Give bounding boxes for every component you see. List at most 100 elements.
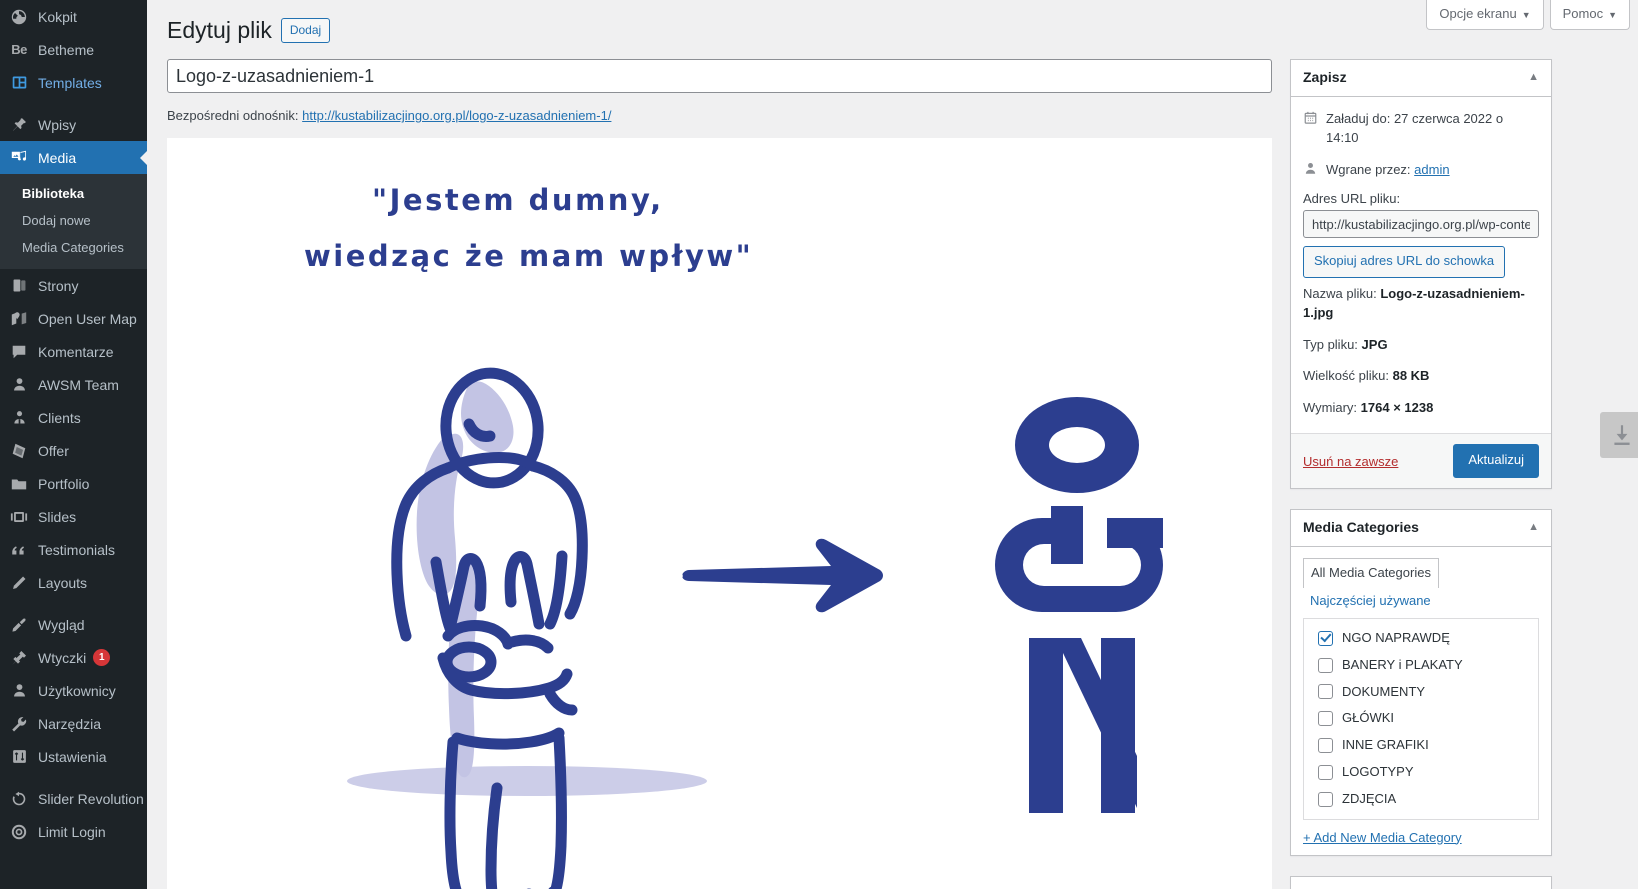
templates-icon [9,73,29,93]
pages-icon [9,276,29,296]
download-widget[interactable] [1600,412,1638,458]
sidebar-item-wyglad[interactable]: Wygląd [0,608,147,641]
uploaded-by-link[interactable]: admin [1414,162,1449,177]
delete-permanently-link[interactable]: Usuń na zawsze [1303,454,1398,469]
sidebar-separator [0,99,147,108]
category-checkbox-row[interactable]: DOKUMENTY [1318,679,1530,706]
sidebar-item-label: Wygląd [38,616,85,633]
permalink: Bezpośredni odnośnik: http://kustabiliza… [167,106,611,126]
attachment-attributes-header[interactable]: Atrybuty załącznika ▲ [1291,877,1551,889]
permalink-link[interactable]: http://kustabilizacjingo.org.pl/logo-z-u… [302,108,611,123]
sidebar-item-strony[interactable]: Strony [0,269,147,302]
clients-icon [9,408,29,428]
title-input[interactable] [167,59,1272,93]
user-icon [1303,161,1319,182]
user-icon [9,375,29,395]
permalink-label: Bezpośredni odnośnik: [167,108,299,123]
file-name-row: Nazwa pliku: Logo-z-uzasadnieniem-1.jpg [1303,278,1539,329]
category-checkbox-row[interactable]: BANERY i PLAKATY [1318,652,1530,679]
sidebar-item-offer[interactable]: Offer [0,434,147,467]
betheme-icon: Be [11,42,27,57]
sidebar-item-awsm-team[interactable]: AWSM Team [0,368,147,401]
sidebar-item-komentarze[interactable]: Komentarze [0,335,147,368]
tab-most-used[interactable]: Najczęściej używane [1303,587,1438,616]
save-postbox-title: Zapisz [1303,69,1347,85]
sidebar-separator [0,773,147,782]
sidebar-item-layouts[interactable]: Layouts [0,566,147,599]
attachment-attributes-title: Atrybuty załącznika [1303,885,1434,889]
category-checkbox-row[interactable]: GŁÓWKI [1318,705,1530,732]
save-postbox-header[interactable]: Zapisz ▲ [1291,60,1551,97]
slides-icon [9,507,29,527]
tab-all-media-categories[interactable]: All Media Categories [1303,557,1439,588]
sidebar-item-label: Offer [38,442,69,459]
wp-admin-screen: Kokpit Be Betheme Templates Wpisy Media [0,0,1638,889]
sidebar-item-uzytkownicy[interactable]: Użytkownicy [0,674,147,707]
dashboard-icon [9,7,29,27]
calendar-icon [1303,110,1319,131]
uploaded-by-row: Wgrane przez: admin [1303,154,1539,188]
users-icon [9,681,29,701]
sidebar-item-label: Templates [38,74,102,91]
sidebar-item-wtyczki[interactable]: Wtyczki 1 [0,641,147,674]
sidebar-item-slider-revolution[interactable]: Slider Revolution [0,782,147,815]
submenu-item-media-categories[interactable]: Media Categories [0,234,147,261]
sidebar-item-label: Komentarze [38,343,114,360]
update-button[interactable]: Aktualizuj [1453,444,1539,479]
sidebar-item-limit-login[interactable]: Limit Login [0,815,147,848]
checkbox-icon[interactable] [1318,657,1333,673]
file-type-value: JPG [1361,336,1388,352]
sidebar-item-label: Layouts [38,574,88,591]
chevron-up-icon[interactable]: ▲ [1528,72,1539,83]
sidebar-item-wpisy[interactable]: Wpisy [0,108,147,141]
download-icon [1614,425,1630,445]
category-label: BANERY i PLAKATY [1342,656,1463,672]
category-checkbox-row[interactable]: LOGOTYPY [1318,759,1530,786]
copy-url-button[interactable]: Skopiuj adres URL do schowka [1303,246,1506,278]
pencil-icon [9,573,29,593]
sidebar-item-open-user-map[interactable]: Open User Map [0,302,147,335]
category-checkbox-row[interactable]: INNE GRAFIKI [1318,732,1530,759]
submenu-item-dodaj-nowe[interactable]: Dodaj nowe [0,207,147,234]
sidebar-item-ustawienia[interactable]: Ustawienia [0,740,147,773]
sidebar-item-slides[interactable]: Slides [0,500,147,533]
checkbox-icon[interactable] [1318,738,1333,754]
add-new-button[interactable]: Dodaj [280,18,331,44]
category-checkbox-row[interactable]: ZDJĘCIA [1318,786,1530,813]
sidebar-item-testimonials[interactable]: Testimonials [0,533,147,566]
dimensions-label: Wymiary: [1303,399,1358,415]
help-button[interactable]: Pomoc ▼ [1549,0,1630,31]
sidebar-item-label: Użytkownicy [38,682,116,699]
sidebar-item-portfolio[interactable]: Portfolio [0,467,147,500]
quote-icon [9,540,29,560]
screen-options-button[interactable]: Opcje ekranu ▼ [1426,0,1544,31]
sidebar-item-templates[interactable]: Templates [0,66,147,99]
sidebar-item-label: Open User Map [38,310,137,327]
sidebar-item-label: Clients [38,409,81,426]
file-name-label: Nazwa pliku: [1303,285,1377,301]
submenu-item-biblioteka[interactable]: Biblioteka [0,180,147,207]
chevron-up-icon[interactable]: ▲ [1528,522,1539,533]
checkbox-icon[interactable] [1318,630,1333,646]
sidebar-item-clients[interactable]: Clients [0,401,147,434]
media-categories-list: NGO NAPRAWDĘ BANERY i PLAKATY DOKUMENTY [1303,617,1539,820]
settings-icon [9,747,29,767]
category-checkbox-row[interactable]: NGO NAPRAWDĘ [1318,625,1530,652]
media-categories-tabs: All Media CategoriesNajczęściej używane [1303,553,1539,618]
add-new-media-category-link[interactable]: + Add New Media Category [1303,830,1462,845]
sidebar-item-kokpit[interactable]: Kokpit [0,0,147,33]
file-url-input[interactable] [1303,210,1539,239]
checkbox-icon[interactable] [1318,764,1333,780]
checkbox-icon[interactable] [1318,791,1333,807]
checkbox-icon[interactable] [1318,684,1333,700]
checkbox-icon[interactable] [1318,711,1333,727]
sidebar-item-betheme[interactable]: Be Betheme [0,33,147,66]
uploaded-date-label: Załaduj do: [1326,110,1391,126]
appearance-icon [9,615,29,635]
sidebar-separator [0,599,147,608]
uploaded-by-label: Wgrane przez: [1326,161,1411,177]
media-categories-header[interactable]: Media Categories ▲ [1291,510,1551,547]
sidebar-item-narzedzia[interactable]: Narzędzia [0,707,147,740]
category-label: INNE GRAFIKI [1342,737,1429,753]
sidebar-item-media[interactable]: Media [0,141,147,174]
